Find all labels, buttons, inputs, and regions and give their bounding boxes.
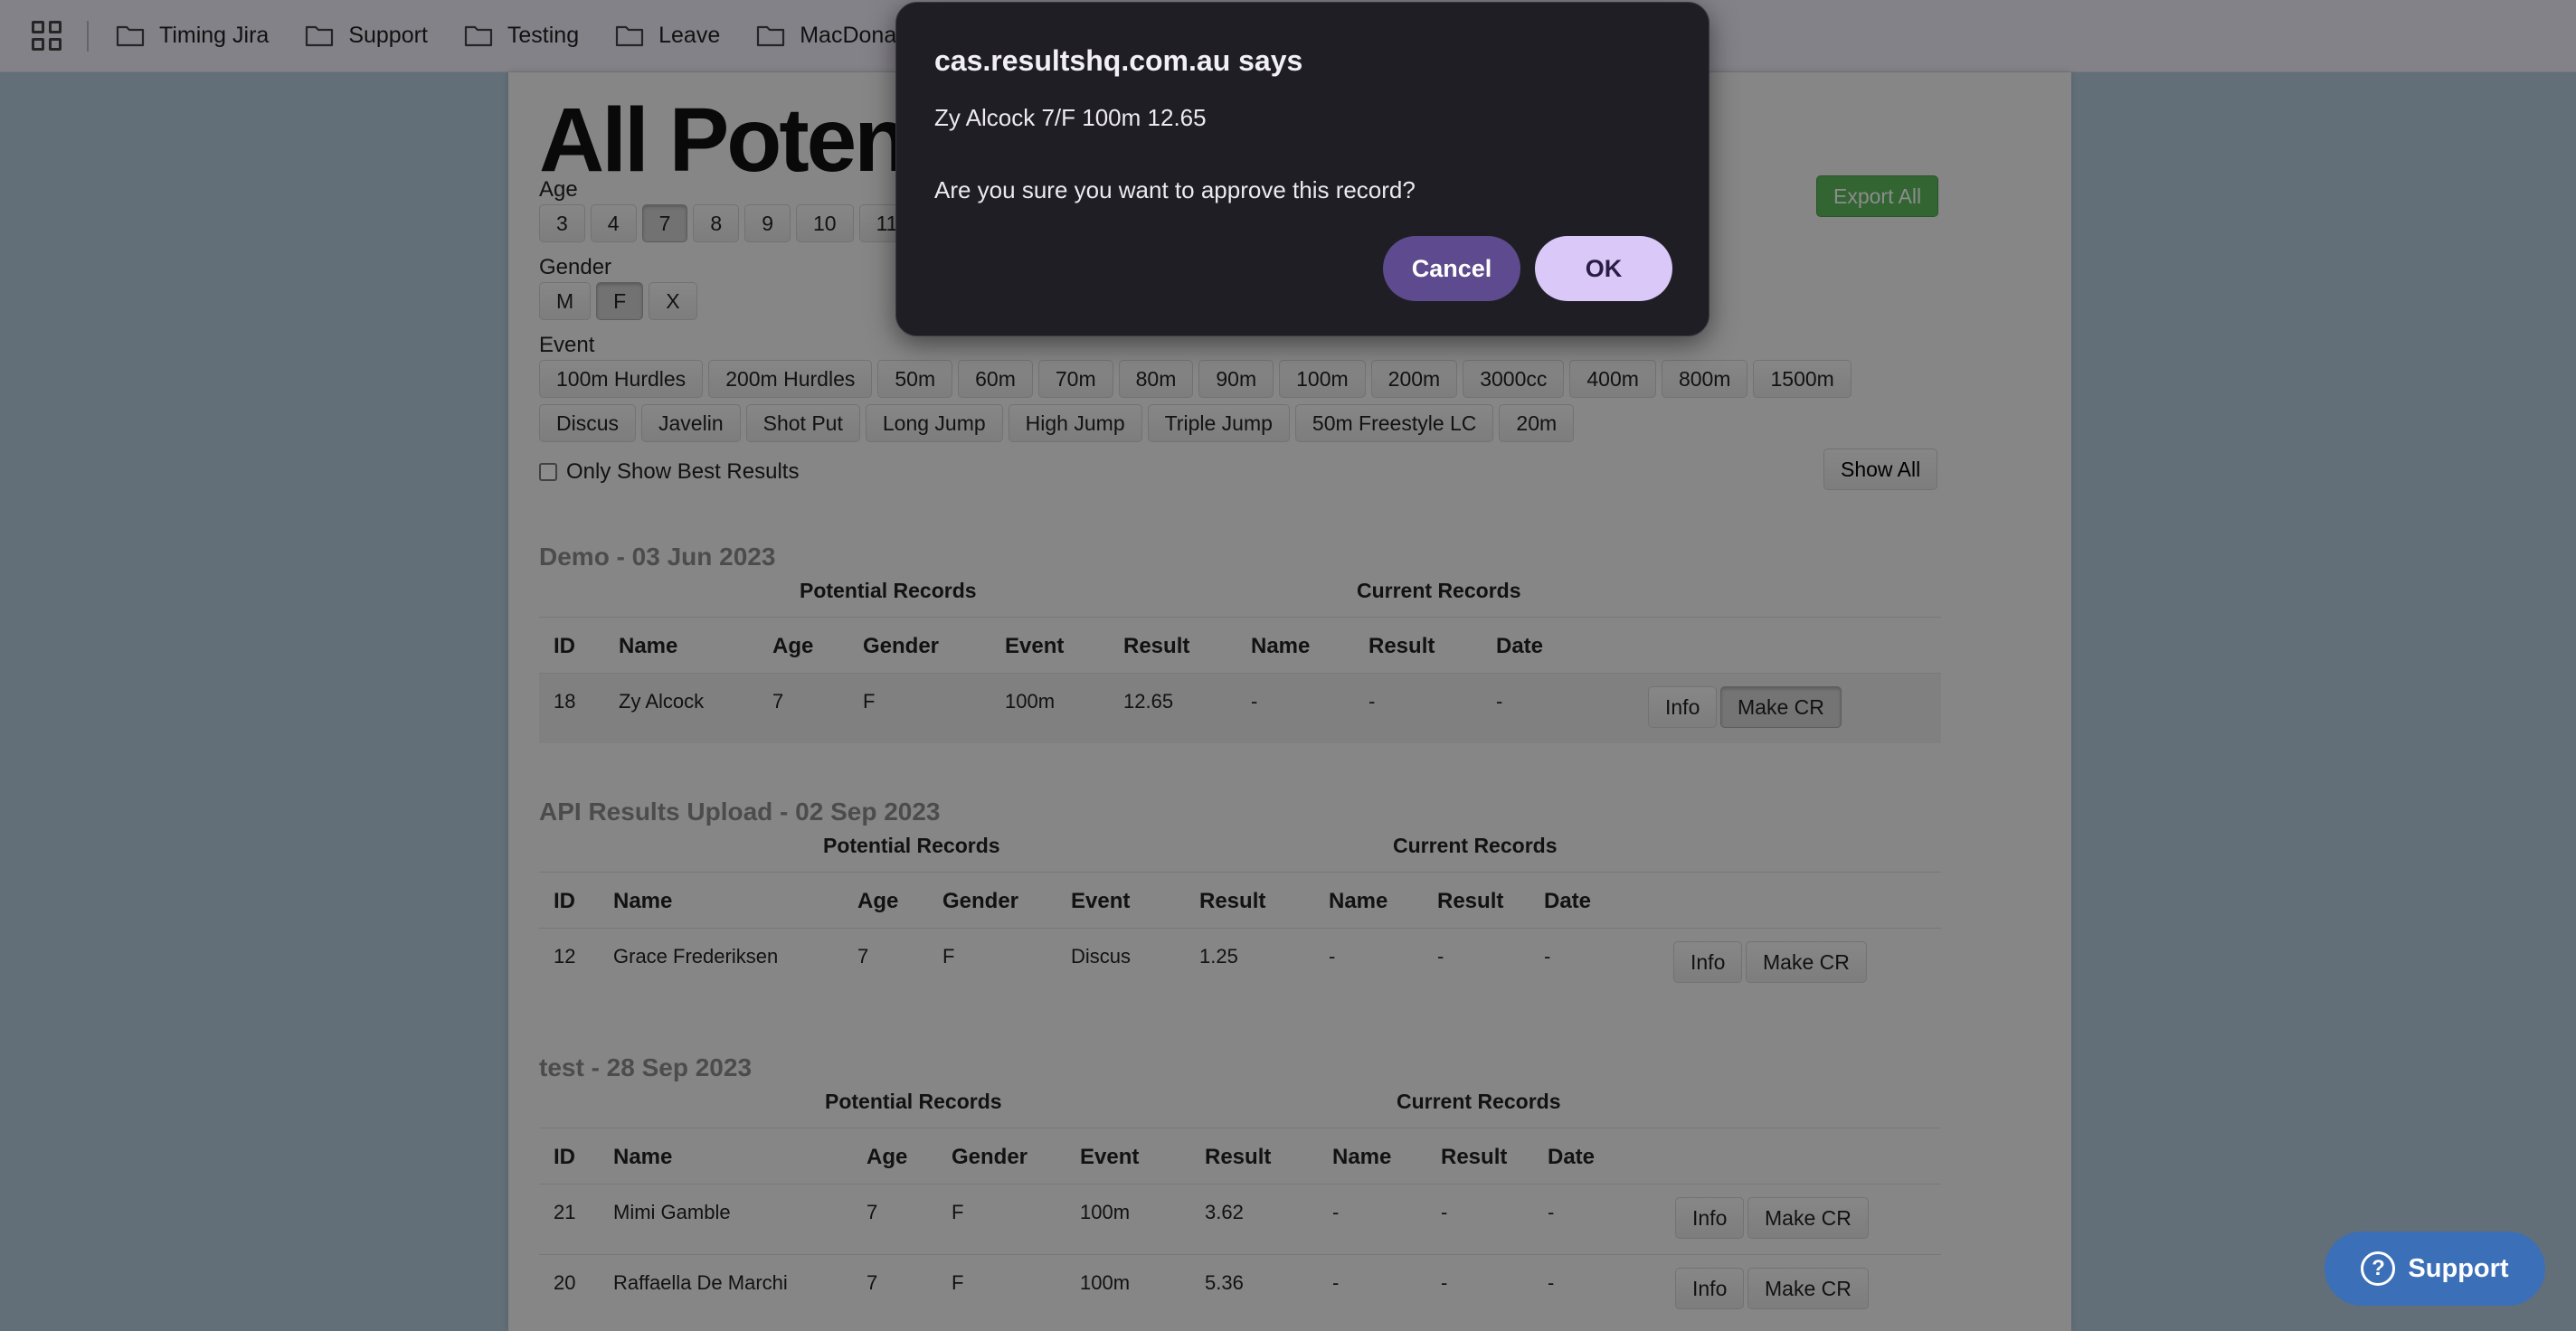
help-icon: ? <box>2361 1251 2396 1286</box>
cancel-button[interactable]: Cancel <box>1383 236 1520 301</box>
support-label: Support <box>2408 1253 2509 1283</box>
dialog-title: cas.resultshq.com.au says <box>934 44 1303 77</box>
dialog-message: Zy Alcock 7/F 100m 12.65 <box>934 104 1207 131</box>
ok-button[interactable]: OK <box>1535 236 1672 301</box>
support-button[interactable]: ? Support <box>2325 1232 2545 1306</box>
dialog-question: Are you sure you want to approve this re… <box>934 176 1416 203</box>
confirm-dialog: cas.resultshq.com.au says Zy Alcock 7/F … <box>895 2 1709 336</box>
